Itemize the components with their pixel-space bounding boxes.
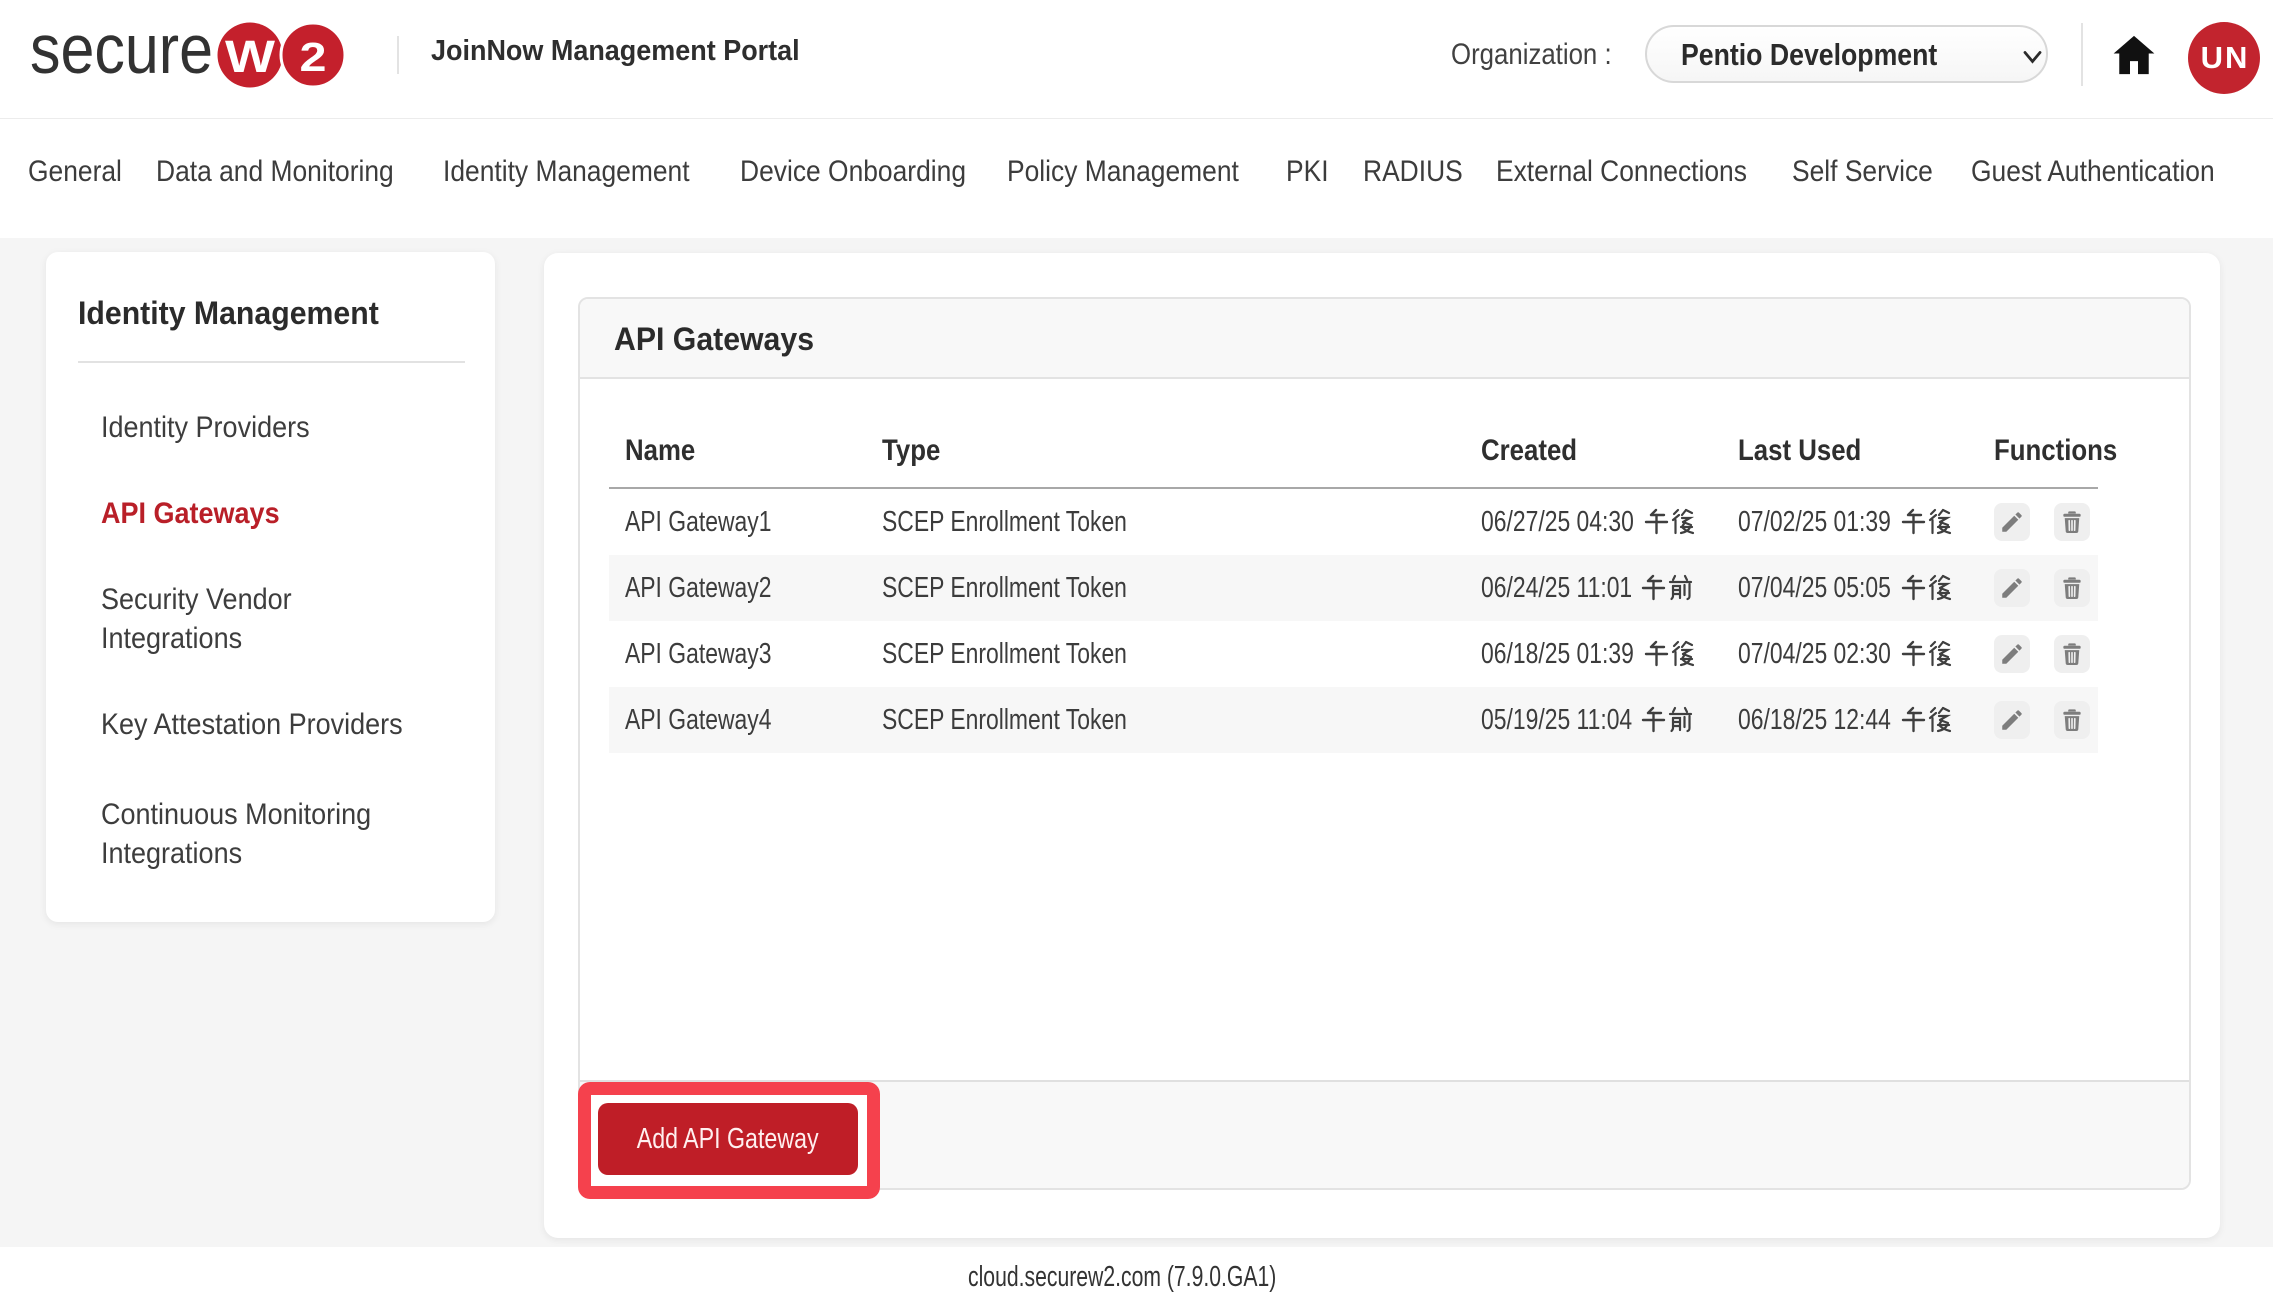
svg-text:2: 2 bbox=[300, 34, 327, 80]
svg-text:W: W bbox=[225, 31, 276, 82]
svg-text:secure: secure bbox=[30, 16, 213, 88]
